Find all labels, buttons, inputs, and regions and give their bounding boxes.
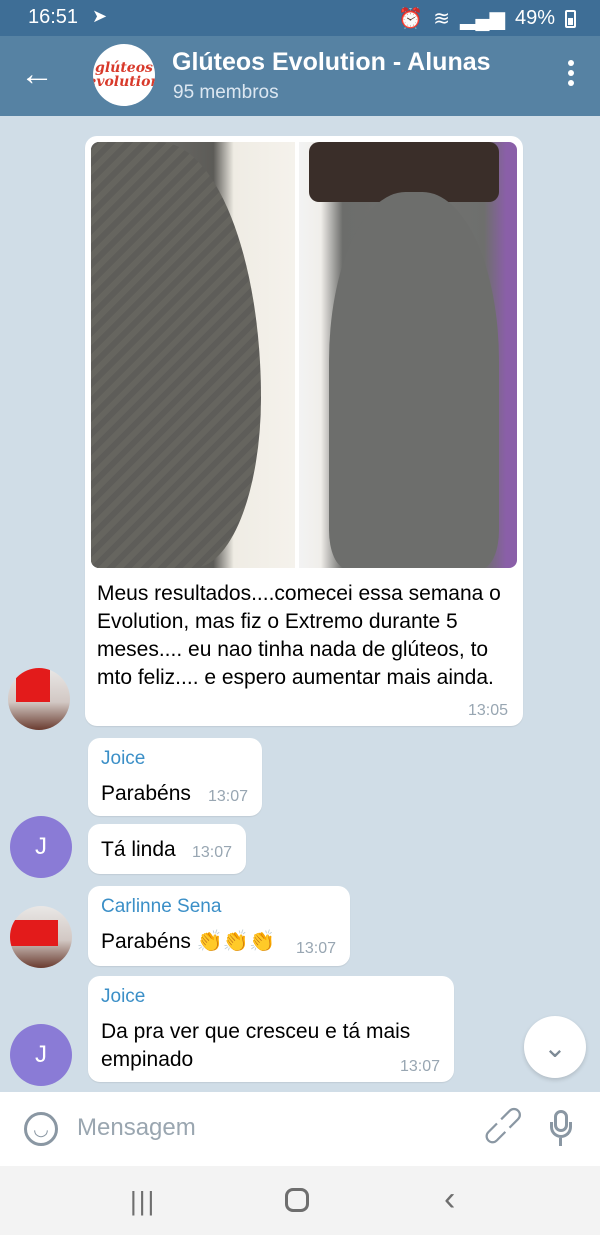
telegram-status-icon: ➤ <box>92 6 108 26</box>
scroll-down-button[interactable]: ⌄ <box>524 1016 586 1078</box>
message-text: Tá linda <box>101 838 176 861</box>
group-title[interactable]: Glúteos Evolution - Alunas <box>172 48 491 77</box>
group-avatar[interactable]: glúteosevolution <box>93 44 155 106</box>
back-arrow-icon[interactable]: ← <box>20 54 54 94</box>
message-time: 13:07 <box>192 844 233 861</box>
alarm-icon: ⏰ <box>398 8 424 30</box>
signal-icon: ▂▄▆ <box>460 8 505 30</box>
sender-avatar[interactable] <box>10 906 72 968</box>
member-count: 95 membros <box>173 82 279 103</box>
message-text: Parabéns <box>101 782 191 805</box>
message-input[interactable]: Mensagem <box>77 1114 196 1142</box>
sender-avatar[interactable] <box>8 668 70 730</box>
sender-avatar[interactable]: J <box>10 1024 72 1086</box>
sender-avatar[interactable]: J <box>10 816 72 878</box>
sender-name[interactable]: Carlinne Sena <box>101 896 221 918</box>
system-nav-bar: ||| ‹ <box>0 1166 600 1235</box>
recent-apps-icon[interactable]: ||| <box>130 1186 156 1217</box>
battery-icon <box>565 9 576 28</box>
avatar-redaction <box>10 920 58 946</box>
sender-name[interactable]: Joice <box>101 748 145 770</box>
message-bubble[interactable]: Carlinne Sena Parabéns 👏👏👏 13:07 <box>88 886 350 966</box>
group-logo: glúteosevolution <box>93 60 155 90</box>
message-time: 13:05 <box>468 702 509 719</box>
message-bubble[interactable]: Tá linda 13:07 <box>88 824 246 874</box>
message-time: 13:07 <box>400 1058 441 1075</box>
nav-back-icon[interactable]: ‹ <box>444 1180 455 1219</box>
message-text: Parabéns 👏👏👏 <box>101 930 276 953</box>
wifi-icon: ≋ <box>433 8 451 30</box>
photo-message[interactable]: Meus resultados....comecei essa semana o… <box>85 136 523 726</box>
message-time: 13:07 <box>208 788 249 805</box>
message-text: Da pra ver que cresceu e tá mais empinad… <box>101 1020 411 1071</box>
message-input-bar: ◡ Mensagem ⊂⊃ <box>0 1092 600 1166</box>
status-bar: 16:51 ➤ ⏰ ≋ ▂▄▆ 49% <box>0 0 600 36</box>
photo-left-half <box>91 142 295 568</box>
home-icon[interactable] <box>285 1188 309 1212</box>
paperclip-icon[interactable]: ⊂⊃ <box>473 1095 533 1155</box>
avatar-redaction <box>16 668 50 702</box>
chevron-down-icon: ⌄ <box>543 1031 567 1063</box>
status-time: 16:51 <box>28 6 79 28</box>
battery-percent: 49% <box>514 7 555 29</box>
photo-right-half <box>299 142 517 568</box>
chat-header: ← glúteosevolution Glúteos Evolution - A… <box>0 36 600 116</box>
message-time: 13:07 <box>296 940 337 957</box>
more-vertical-icon[interactable] <box>568 60 574 90</box>
microphone-icon[interactable] <box>550 1110 572 1146</box>
photo-caption: Meus resultados....comecei essa semana o… <box>97 582 501 689</box>
message-bubble[interactable]: Joice Parabéns 13:07 <box>88 738 262 816</box>
emoji-icon[interactable]: ◡ <box>24 1112 58 1146</box>
sender-name[interactable]: Joice <box>101 986 145 1008</box>
message-photo[interactable] <box>91 142 517 568</box>
message-list[interactable]: Meus resultados....comecei essa semana o… <box>0 116 600 1092</box>
status-right: ⏰ ≋ ▂▄▆ 49% <box>398 6 576 31</box>
message-bubble[interactable]: Joice Da pra ver que cresceu e tá mais e… <box>88 976 454 1082</box>
